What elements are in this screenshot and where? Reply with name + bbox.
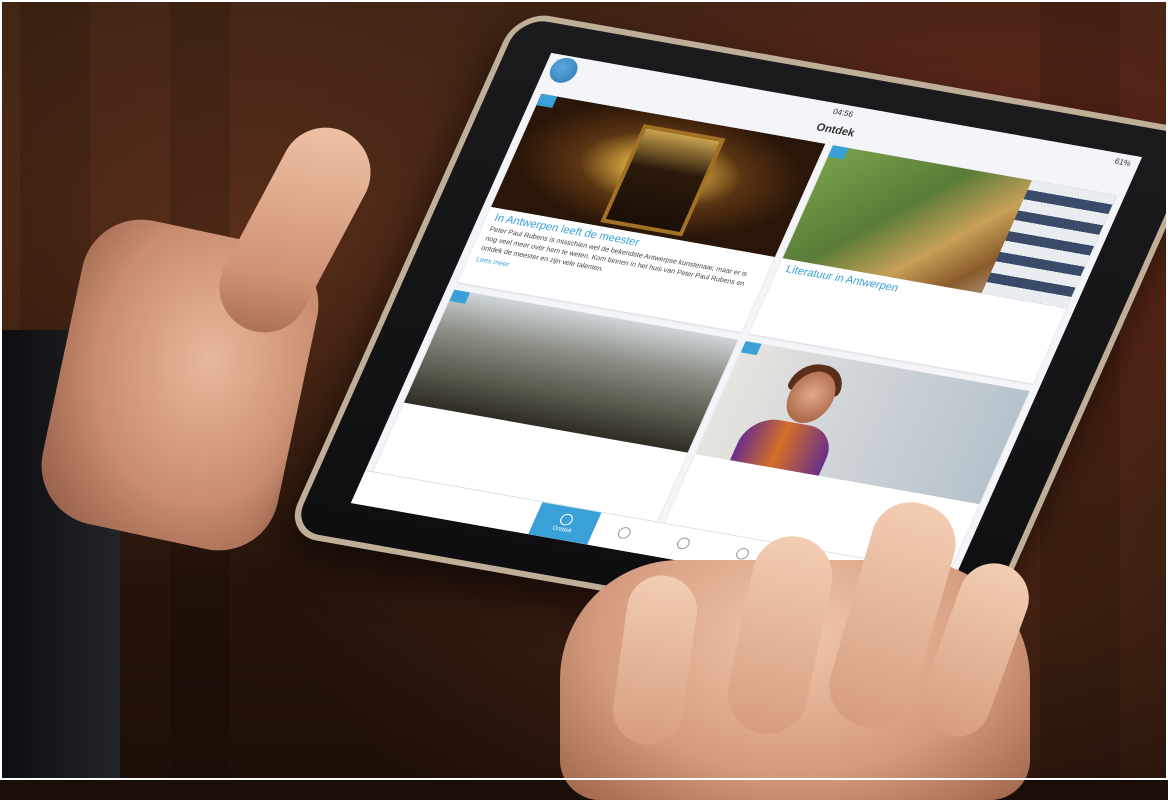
battery-indicator: 61%	[1113, 156, 1133, 168]
tablet-screen: iPad 04:56 61% Ontdek In Antwerpen leeft…	[350, 52, 1143, 608]
tab-label: Ontdek	[551, 525, 573, 535]
category-tag-icon	[449, 289, 471, 304]
portrait-frame	[600, 124, 726, 237]
category-tag-icon	[740, 341, 762, 356]
building-facade	[981, 180, 1117, 309]
category-tag-icon	[536, 93, 558, 108]
calendar-icon	[674, 536, 692, 551]
page-title: Ontdek	[814, 121, 857, 140]
category-tag-icon	[827, 145, 849, 160]
clock: 04:56	[831, 106, 856, 119]
compass-icon	[558, 512, 575, 527]
more-icon	[734, 547, 751, 561]
map-icon	[615, 526, 633, 540]
